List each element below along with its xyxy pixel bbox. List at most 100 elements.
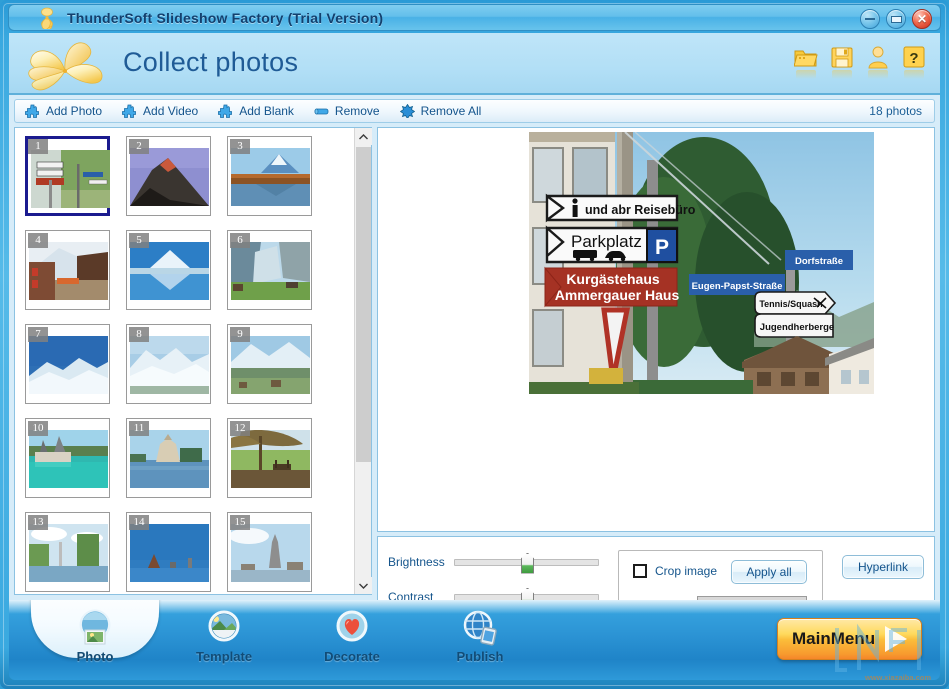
svg-text:Jugendherberge: Jugendherberge [760, 322, 834, 333]
svg-text:?: ? [909, 50, 918, 67]
apply-all-label: Apply all [746, 565, 792, 579]
add-blank-icon [218, 104, 233, 118]
svg-text:Eugen-Papst-Straße: Eugen-Papst-Straße [692, 281, 783, 292]
thumbnail-number: 2 [129, 139, 149, 154]
thumbnail-image [130, 336, 209, 394]
maximize-button[interactable] [886, 9, 906, 29]
scroll-up-button[interactable] [355, 128, 372, 145]
remove-all-button[interactable]: Remove All [390, 100, 492, 122]
add-photo-button[interactable]: Add Photo [15, 100, 112, 122]
save-icon[interactable] [830, 45, 854, 79]
brightness-slider-knob[interactable] [521, 552, 534, 574]
tab-template[interactable]: Template [164, 608, 284, 668]
bottom-tab-bar: Photo Template Decorate Publish MainMenu… [9, 600, 940, 680]
brightness-control: Brightness [388, 552, 599, 574]
tab-template-label: Template [195, 649, 253, 664]
user-icon[interactable] [866, 45, 890, 79]
add-video-label: Add Video [143, 104, 199, 118]
thumbnail-number: 13 [28, 515, 48, 530]
thumbnail-image [231, 430, 310, 488]
remove-all-label: Remove All [420, 104, 482, 118]
brightness-slider[interactable] [454, 552, 599, 574]
thumbnail-item[interactable]: 7 [25, 324, 110, 404]
thumbnail-image [29, 336, 108, 394]
tab-photo[interactable]: Photo [35, 608, 155, 668]
help-icon[interactable]: ? [902, 45, 926, 79]
header-icon-group: ? [793, 45, 926, 79]
add-blank-button[interactable]: Add Blank [208, 100, 304, 122]
tab-photo-label: Photo [76, 649, 114, 664]
thumbnail-item[interactable]: 6 [227, 230, 312, 310]
page-header: Collect photos ? [9, 33, 940, 95]
thumbnail-item[interactable]: 9 [227, 324, 312, 404]
thumbnail-item[interactable]: 11 [126, 418, 211, 498]
scrollbar-thumb[interactable] [356, 147, 371, 462]
remove-icon [314, 104, 329, 118]
thumbnail-item[interactable]: 13 [25, 512, 110, 592]
hyperlink-label: Hyperlink [857, 560, 908, 574]
add-photo-label: Add Photo [46, 104, 103, 118]
add-video-button[interactable]: Add Video [112, 100, 208, 122]
thumbnail-item[interactable]: 1 [24, 135, 111, 217]
main-menu-button[interactable]: MainMenu [777, 618, 922, 660]
svg-text:P: P [655, 236, 669, 259]
flower-logo-icon [35, 7, 59, 30]
thumbnail-item[interactable]: 10 [25, 418, 110, 498]
thumbnail-item[interactable]: 12 [227, 418, 312, 498]
thumbnail-number: 12 [230, 421, 250, 436]
thumbnail-number: 4 [28, 233, 48, 248]
minimize-icon [865, 18, 875, 20]
thumbnail-item[interactable]: 15 [227, 512, 312, 592]
window-buttons: ✕ [860, 9, 932, 29]
thumbnail-image [130, 148, 209, 206]
photo-count-label: 18 photos [869, 104, 922, 118]
thumbnail-number: 5 [129, 233, 149, 248]
thumbnail-image [29, 242, 108, 300]
crop-image-checkbox[interactable] [633, 564, 647, 578]
hyperlink-button[interactable]: Hyperlink [842, 555, 924, 579]
play-arrow-icon [885, 626, 907, 652]
thumbnail-image [29, 430, 108, 488]
minimize-button[interactable] [860, 9, 880, 29]
tab-publish[interactable]: Publish [420, 608, 540, 668]
thumbnail-image [130, 430, 209, 488]
tab-decorate[interactable]: Decorate [292, 608, 412, 668]
remove-label: Remove [334, 104, 380, 118]
thumbnail-item[interactable]: 4 [25, 230, 110, 310]
photo-toolbar: Add Photo Add Video Add Blank Remove Rem… [14, 99, 935, 123]
preview-image[interactable]: und abr Reisebüro Parkplatz P Kurgästeha… [529, 132, 874, 394]
thumbnail-number: 3 [230, 139, 250, 154]
svg-text:Tennis/Squash: Tennis/Squash [759, 299, 822, 309]
thumbnail-image [130, 524, 209, 582]
brightness-label: Brightness [388, 555, 445, 569]
remove-button[interactable]: Remove [304, 100, 390, 122]
thumbnail-number: 15 [230, 515, 250, 530]
thumbnail-image [231, 242, 310, 300]
flower-logo-large-icon [21, 33, 113, 93]
thumbnail-number: 1 [28, 139, 48, 154]
close-button[interactable]: ✕ [912, 9, 932, 29]
svg-text:Parkplatz: Parkplatz [571, 232, 642, 251]
main-menu-label: MainMenu [792, 629, 876, 648]
svg-text:Kurgästehaus: Kurgästehaus [566, 271, 660, 287]
thumbnail-scrollbar[interactable] [354, 128, 372, 594]
thumbnail-item[interactable]: 2 [126, 136, 211, 216]
preview-panel: und abr Reisebüro Parkplatz P Kurgästeha… [377, 127, 935, 532]
thumbnail-item[interactable]: 3 [227, 136, 312, 216]
open-folder-icon[interactable] [793, 45, 818, 79]
thumbnail-item[interactable]: 5 [126, 230, 211, 310]
thumbnail-number: 6 [230, 233, 250, 248]
thumbnail-item[interactable]: 14 [126, 512, 211, 592]
apply-all-button[interactable]: Apply all [731, 560, 807, 584]
page-title: Collect photos [123, 47, 299, 77]
thumbnail-number: 14 [129, 515, 149, 530]
thumbnail-grid: 1 2 3 4 5 6 7 8 9 10 11 12 13 14 15 [15, 128, 355, 594]
svg-text:Ammergauer Haus: Ammergauer Haus [555, 287, 680, 303]
title-bar[interactable]: ThunderSoft Slideshow Factory (Trial Ver… [8, 4, 941, 31]
maximize-icon [890, 15, 902, 23]
tab-decorate-label: Decorate [324, 649, 380, 664]
thumbnail-image [29, 524, 108, 582]
watermark-url: www.xiazaiba.com [864, 673, 931, 680]
thumbnail-item[interactable]: 8 [126, 324, 211, 404]
scroll-down-button[interactable] [355, 577, 372, 594]
